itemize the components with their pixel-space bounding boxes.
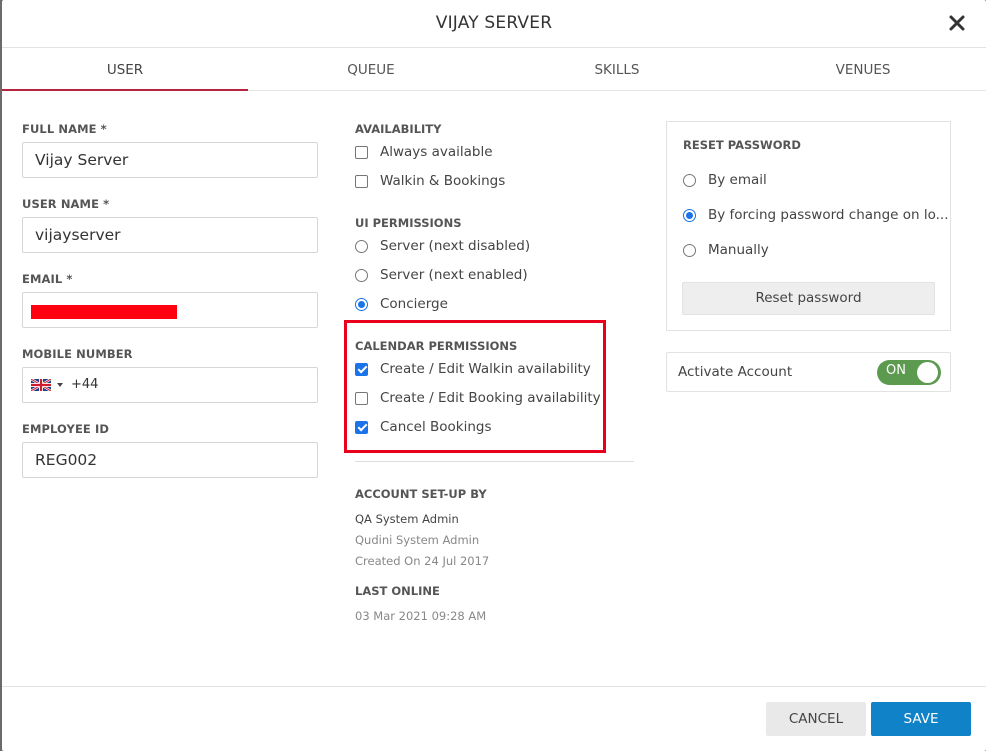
cancel-button[interactable]: CANCEL [766, 702, 866, 736]
checkbox-label: Always available [380, 144, 493, 160]
dialog-header: VIJAY SERVER [2, 0, 986, 48]
email-input[interactable] [22, 292, 318, 328]
tab-venues[interactable]: VENUES [740, 48, 986, 91]
reset-password-panel: RESET PASSWORD By email By forcing passw… [666, 121, 951, 331]
radio-circle [683, 209, 696, 222]
caret-down-icon [57, 383, 63, 387]
radio-circle [683, 244, 696, 257]
close-icon[interactable] [946, 12, 968, 34]
toggle-knob [917, 362, 938, 383]
radio-circle [355, 269, 368, 282]
checkbox-label: Cancel Bookings [380, 419, 492, 435]
checkbox-box [355, 363, 368, 376]
tab-queue[interactable]: QUEUE [248, 48, 494, 91]
mobile-number-label: MOBILE NUMBER [22, 347, 133, 361]
radio-circle [355, 240, 368, 253]
user-name-input[interactable]: vijayserver [22, 217, 318, 253]
employee-id-input[interactable]: REG002 [22, 442, 318, 478]
redaction-bar [31, 305, 177, 319]
checkbox-box [355, 392, 368, 405]
radio-circle [355, 298, 368, 311]
tab-bar: USER QUEUE SKILLS VENUES [2, 48, 986, 91]
country-select[interactable] [23, 368, 69, 402]
checkbox-box [355, 146, 368, 159]
mobile-number-field: +44 [22, 367, 318, 403]
checkbox-box [355, 175, 368, 188]
user-edit-dialog: VIJAY SERVER USER QUEUE SKILLS VENUES FU… [2, 0, 986, 751]
account-setup-name: QA System Admin [355, 512, 459, 526]
account-setup-role: Qudini System Admin [355, 533, 480, 547]
tab-user[interactable]: USER [2, 48, 248, 91]
save-button[interactable]: SAVE [871, 702, 971, 736]
dialog-title: VIJAY SERVER [435, 13, 553, 33]
account-setup-label: ACCOUNT SET-UP BY [355, 487, 487, 501]
tab-skills[interactable]: SKILLS [494, 48, 740, 91]
checkbox-label: Create / Edit Walkin availability [380, 361, 591, 377]
radio-label: By email [708, 172, 767, 188]
section-divider [355, 461, 634, 462]
last-online-value: 03 Mar 2021 09:28 AM [355, 609, 487, 623]
radio-label: Manually [708, 242, 769, 258]
activate-account-panel: Activate Account ON [666, 352, 951, 392]
employee-id-label: EMPLOYEE ID [22, 422, 109, 436]
user-name-label: USER NAME * [22, 197, 110, 211]
mobile-number-input[interactable]: +44 [71, 368, 98, 402]
radio-label: Server (next enabled) [380, 267, 528, 283]
checkbox-label: Walkin & Bookings [380, 173, 506, 189]
last-online-label: LAST ONLINE [355, 584, 440, 598]
calendar-permissions-label: CALENDAR PERMISSIONS [355, 339, 518, 353]
checkbox-label: Create / Edit Booking availability [380, 390, 601, 406]
toggle-state-label: ON [886, 363, 906, 378]
radio-label: By forcing password change on lo... [708, 207, 949, 223]
email-label: EMAIL * [22, 272, 73, 286]
radio-label: Concierge [380, 296, 448, 312]
activate-account-label: Activate Account [678, 364, 793, 380]
reset-password-title: RESET PASSWORD [683, 138, 801, 152]
checkbox-box [355, 421, 368, 434]
full-name-input[interactable]: Vijay Server [22, 142, 318, 178]
activate-account-toggle[interactable]: ON [877, 360, 941, 385]
availability-label: AVAILABILITY [355, 122, 442, 136]
full-name-label: FULL NAME * [22, 122, 107, 136]
account-created-date: Created On 24 Jul 2017 [355, 554, 490, 568]
radio-label: Server (next disabled) [380, 238, 531, 254]
footer-divider [2, 686, 986, 687]
uk-flag-icon [31, 379, 51, 391]
reset-password-button[interactable]: Reset password [682, 282, 935, 315]
ui-permissions-label: UI PERMISSIONS [355, 216, 462, 230]
radio-circle [683, 174, 696, 187]
